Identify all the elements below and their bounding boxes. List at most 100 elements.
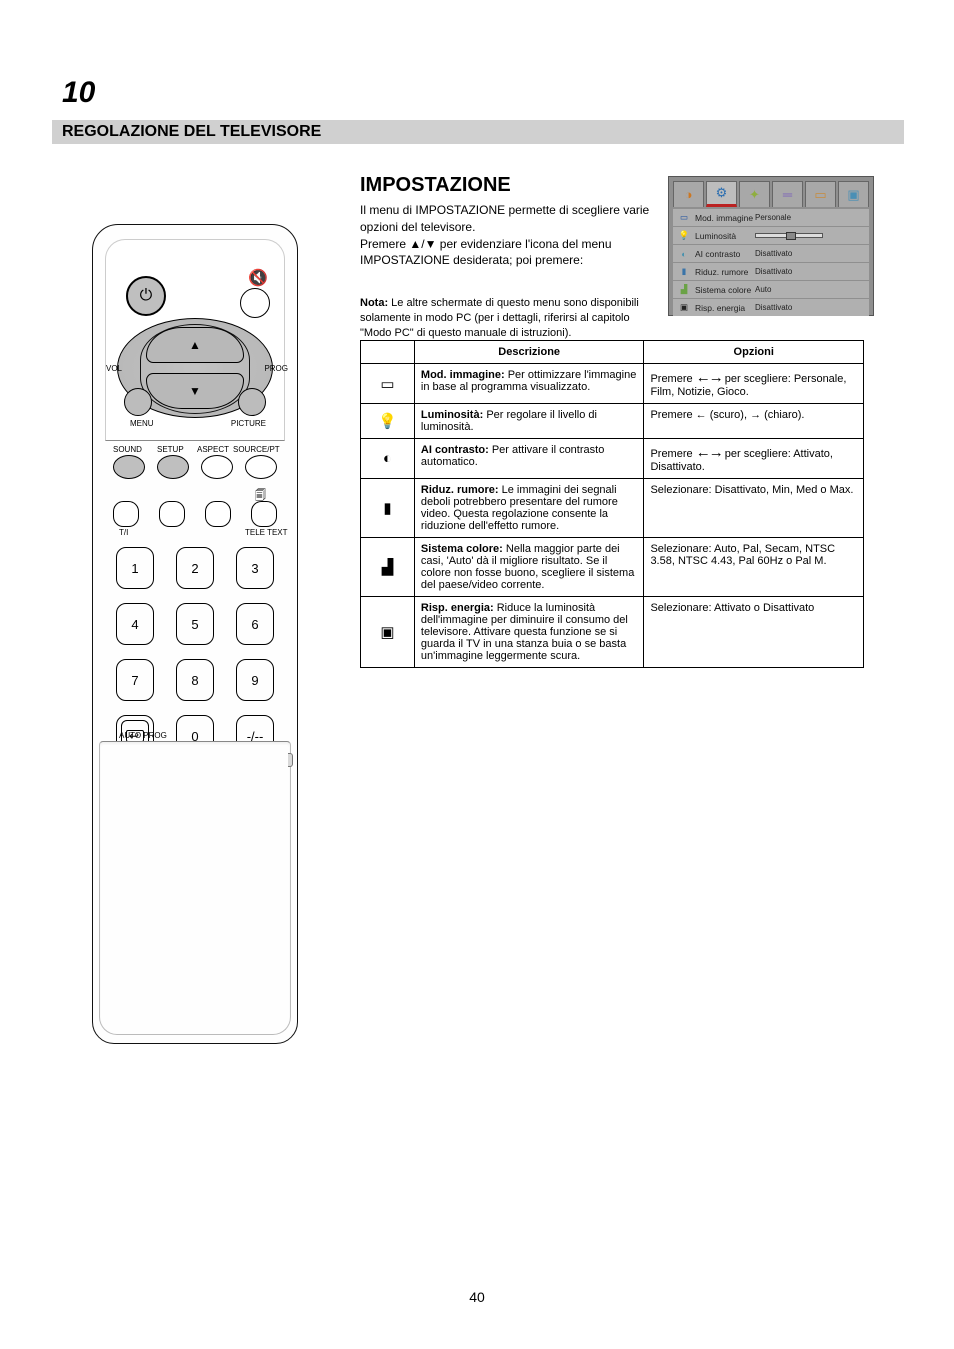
brightness-slider [755,233,823,238]
table-row: ▟Sistema colore: Nella maggior parte dei… [361,538,864,597]
green-button[interactable] [159,501,185,527]
crop-icon: ✦ [749,187,760,203]
key-1[interactable]: 1 [116,547,154,589]
contrast-icon: ◐ [361,439,415,479]
desc-cell: Riduz. rumore: Le immagini dei segnali d… [414,479,644,538]
remote-round-row: T/I 🗐 TELE TEXT [113,501,277,527]
prog-label: PROG [264,364,288,373]
page-icon: ▭ [814,187,826,203]
opt-cell: Selezionare: Disattivato, Min, Med o Max… [644,479,864,538]
top-page-index: 10 [62,76,95,110]
aspect-label: ASPECT [197,445,229,454]
header-bar: REGOLAZIONE DEL TELEVISORE [52,120,904,144]
opt-cell: Premere ←→ per scegliere: Personale, Fil… [644,364,864,404]
keypad: 1 2 3 4 5 6 7 8 9 0 -/-- [116,547,274,757]
sliders-icon: ═ [783,187,792,202]
opt-cell: Premere ←→ per scegliere: Attivato, Disa… [644,439,864,479]
vol-label: VOL [106,364,122,373]
osd-tab-lingua: ▭ [805,181,836,207]
key-6[interactable]: 6 [236,603,274,645]
osd-tabs: ◑ ⚙ ✦ ═ ▭ ▣ [669,177,873,207]
opt-cell: Selezionare: Auto, Pal, Secam, NTSC 3.58… [644,538,864,597]
osd-tab-aggiusta: ▣ [838,181,869,207]
osd-row-energy: ▣ Risp. energia Disattivato [673,299,869,316]
opt-cell: Selezionare: Attivato o Disattivato [644,597,864,668]
osd-row-nr: ▮ Riduz. rumore Disattivato [673,263,869,280]
key-8[interactable]: 8 [176,659,214,701]
source-button[interactable] [245,455,277,479]
osd-tab-immagine: ◑ [673,181,704,207]
mute-icon: 🔇 [248,268,268,288]
osd-row-color: ▟ Sistema colore Auto [673,281,869,298]
bulb-icon: 💡 [677,230,691,242]
remote-top-panel: ⏻ 🔇 VOL PROG ▲ ▼ MENU PICTURE [105,239,285,441]
menu-label: MENU [130,419,154,428]
red-button[interactable] [113,501,139,527]
desc-cell: Mod. immagine: Per ottimizzare l'immagin… [414,364,644,404]
gear-icon: ⚙ [716,185,728,201]
color-icon: ▟ [361,538,415,597]
tele-label: TELE TEXT [245,528,288,537]
osd-tab-impostazione: ⚙ [706,181,737,207]
yellow-button[interactable] [205,501,231,527]
desc-cell: Luminosità: Per regolare il livello di l… [414,404,644,439]
picture-label: PICTURE [231,419,266,428]
desc-cell: AI contrasto: Per attivare il contrasto … [414,439,644,479]
mute-button[interactable] [240,288,270,318]
adjust-icon: ▣ [847,187,859,203]
teletext-icon: 🗐 [255,487,266,506]
contrast-icon: ◐ [677,248,691,260]
sound-label: SOUND [113,445,142,454]
key-9[interactable]: 9 [236,659,274,701]
sound-button[interactable] [113,455,145,479]
intro-line1: Il menu di IMPOSTAZIONE permette di sceg… [360,202,650,236]
left-right-arrow-icon: ←→ [696,369,722,386]
page-number-bottom: 40 [469,1289,485,1305]
bulb-icon: 💡 [361,404,415,439]
key-7[interactable]: 7 [116,659,154,701]
section-title: IMPOSTAZIONE [360,174,511,197]
desc-cell: Sistema colore: Nella maggior parte dei … [414,538,644,597]
th-opt: Opzioni [644,341,864,364]
mode-icon: ▭ [677,212,691,224]
mode-icon: ▭ [361,364,415,404]
ti-label: T/I [119,528,128,537]
setup-button[interactable] [157,455,189,479]
intro-line2: Premere ▲/▼ per evidenziare l'icona del … [360,236,650,270]
desc-cell: Risp. energia: Riduce la luminosità dell… [414,597,644,668]
note-text: Nota: Le altre schermate di questo menu … [360,296,650,341]
table-row: ◐AI contrasto: Per attivare il contrasto… [361,439,864,479]
nav-up-button[interactable]: ▲ [146,327,244,363]
intro-text: Il menu di IMPOSTAZIONE permette di sceg… [360,202,650,269]
nav-left-button[interactable] [124,388,152,416]
opt-cell: Premere ← (scuro), → (chiaro). [644,404,864,439]
osd-tab-schermo: ═ [772,181,803,207]
key-5[interactable]: 5 [176,603,214,645]
osd-preview: ◑ ⚙ ✦ ═ ▭ ▣ ▭ Mod. immagine Personale 💡 … [668,176,874,316]
sourcept-label: SOURCE/PT [233,445,280,454]
th-desc: Descrizione [414,341,644,364]
feature-table: Descrizione Opzioni ▭Mod. immagine: Per … [360,340,864,668]
nr-icon: ▮ [361,479,415,538]
aspect-button[interactable] [201,455,233,479]
table-row: ▭Mod. immagine: Per ottimizzare l'immagi… [361,364,864,404]
osd-row-mode: ▭ Mod. immagine Personale [673,209,869,226]
signal-icon: ▮ [677,266,691,278]
bars-icon: ▟ [677,284,691,296]
power-button[interactable]: ⏻ [126,276,166,316]
remote-control: ⏻ 🔇 VOL PROG ▲ ▼ MENU PICTURE SOUND SETU [92,224,298,1044]
cover-notch [288,753,293,767]
nav-right-button[interactable] [238,388,266,416]
remote-cover [99,741,291,1035]
key-3[interactable]: 3 [236,547,274,589]
up-down-arrow-icon: ▲/▼ [409,236,436,253]
table-row: 💡Luminosità: Per regolare il livello di … [361,404,864,439]
key-2[interactable]: 2 [176,547,214,589]
osd-row-brightness: 💡 Luminosità [673,227,869,244]
energy-icon: ▣ [361,597,415,668]
chevron-down-icon: ▼ [189,384,201,398]
table-row: ▣Risp. energia: Riduce la luminosità del… [361,597,864,668]
setup-label: SETUP [157,445,184,454]
osd-rows: ▭ Mod. immagine Personale 💡 Luminosità ◐… [669,207,873,320]
key-4[interactable]: 4 [116,603,154,645]
